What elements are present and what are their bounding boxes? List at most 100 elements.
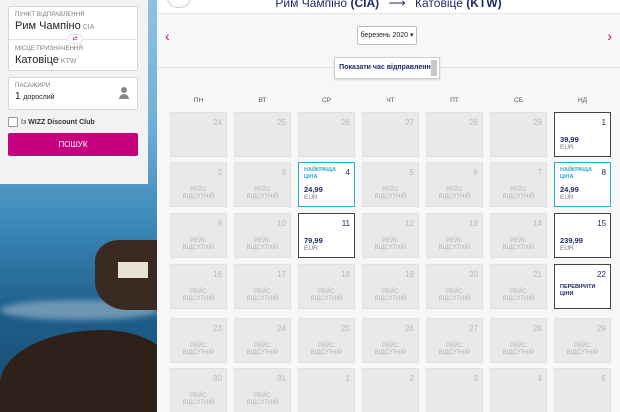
departure-value: Рим Чампіно: [15, 20, 81, 32]
swap-icon[interactable]: ⇄: [67, 34, 83, 44]
weekday-2: СР: [321, 97, 332, 104]
destination-label: МІСЦЕ ПРИЗНАЧЕННЯ: [15, 46, 83, 52]
day-cell[interactable]: 1 39,99 EUR: [554, 112, 611, 157]
day-cell[interactable]: 8 НАЙКРАЩА ЦІНА 24,99 EUR: [554, 162, 611, 207]
route-header: Рим Чампіно (CIA) ⟶ Катовіце (KTW): [157, 0, 620, 14]
toggle-handle[interactable]: [431, 60, 437, 76]
next-month-icon[interactable]: ›: [607, 28, 612, 44]
no-flight-label: РЕЙС ВІДСУТНІЙ: [246, 393, 279, 406]
weekday-1: ВТ: [258, 97, 267, 104]
month-select[interactable]: березень 2020 ▾: [357, 26, 417, 45]
day-cell: 28: [426, 112, 483, 157]
day-number: 29: [533, 118, 542, 127]
prev-month-icon[interactable]: ‹: [165, 28, 170, 44]
discount-name: WIZZ Discount Club: [28, 118, 95, 126]
passengers-field[interactable]: ПАСАЖИРИ 1 дорослий: [8, 77, 138, 110]
day-cell: 24: [170, 112, 227, 157]
passengers-unit: дорослий: [23, 94, 55, 101]
day-number: 27: [469, 324, 478, 333]
no-flight-label: РЕЙС ВІДСУТНІЙ: [502, 343, 535, 356]
discount-club-checkbox[interactable]: Із WIZZ Discount Club: [8, 117, 138, 127]
day-number: 2: [217, 168, 222, 177]
calendar-panel: Рим Чампіно (CIA) ⟶ Катовіце (KTW) ‹ бер…: [157, 0, 620, 412]
best-price-label: НАЙКРАЩА ЦІНА: [304, 167, 336, 180]
no-flight-label: РЕЙС ВІДСУТНІЙ: [374, 187, 407, 200]
checkbox-icon[interactable]: [8, 117, 18, 127]
day-cell: 6 РЕЙС ВІДСУТНІЙ: [426, 162, 483, 207]
currency-label: EUR: [560, 245, 574, 252]
day-cell: 26 РЕЙС ВІДСУТНІЙ: [362, 318, 419, 363]
header-from: Рим Чампіно: [275, 0, 348, 10]
day-cell[interactable]: 15 239,99 EUR: [554, 213, 611, 258]
day-cell[interactable]: 4 НАЙКРАЩА ЦІНА 24,99 EUR: [298, 162, 355, 207]
day-number: 6: [473, 168, 478, 177]
user-icon: [119, 87, 129, 99]
day-cell: 7 РЕЙС ВІДСУТНІЙ: [490, 162, 547, 207]
departure-code: CIA: [82, 24, 95, 31]
day-number: 26: [405, 324, 414, 333]
destination-field[interactable]: Катовіце KTW: [15, 54, 131, 66]
day-number: 30: [213, 374, 222, 383]
day-number: 10: [277, 219, 286, 228]
day-cell[interactable]: 11 79,99 EUR: [298, 213, 355, 258]
day-cell: 12 РЕЙС ВІДСУТНІЙ: [362, 213, 419, 258]
day-number: 2: [409, 374, 414, 383]
no-flight-label: РЕЙС ВІДСУТНІЙ: [182, 187, 215, 200]
day-cell: 3: [426, 368, 483, 412]
day-number: 8: [601, 168, 606, 177]
departure-field[interactable]: Рим Чампіно CIA: [15, 20, 131, 32]
header-to-code: (KTW): [466, 0, 502, 10]
currency-label: EUR: [304, 194, 318, 201]
day-cell: 4: [490, 368, 547, 412]
search-button[interactable]: ПОШУК: [8, 133, 138, 156]
no-flight-label: РЕЙС ВІДСУТНІЙ: [438, 238, 471, 251]
no-flight-label: РЕЙС ВІДСУТНІЙ: [374, 343, 407, 356]
day-number: 9: [217, 219, 222, 228]
day-number: 5: [409, 168, 414, 177]
day-cell: 24 РЕЙС ВІДСУТНІЙ: [234, 318, 291, 363]
day-number: 23: [213, 324, 222, 333]
currency-label: EUR: [560, 144, 574, 151]
day-number: 17: [277, 270, 286, 279]
day-number: 29: [597, 324, 606, 333]
day-cell: 31 РЕЙС ВІДСУТНІЙ: [234, 368, 291, 412]
day-number: 3: [281, 168, 286, 177]
day-cell: 18 РЕЙС ВІДСУТНІЙ: [298, 264, 355, 309]
day-cell: 21 РЕЙС ВІДСУТНІЙ: [490, 264, 547, 309]
discount-prefix: Із: [21, 118, 27, 126]
no-flight-label: РЕЙС ВІДСУТНІЙ: [310, 289, 343, 302]
day-cell: 20 РЕЙС ВІДСУТНІЙ: [426, 264, 483, 309]
no-flight-label: РЕЙС ВІДСУТНІЙ: [374, 238, 407, 251]
weekday-6: НД: [577, 97, 588, 104]
show-times-toggle[interactable]: Показати час відправлення: [334, 57, 440, 79]
day-cell: 14 РЕЙС ВІДСУТНІЙ: [490, 213, 547, 258]
day-cell: 30 РЕЙС ВІДСУТНІЙ: [170, 368, 227, 412]
weekday-5: СБ: [514, 97, 523, 104]
no-flight-label: РЕЙС ВІДСУТНІЙ: [246, 289, 279, 302]
day-cell: 5 РЕЙС ВІДСУТНІЙ: [362, 162, 419, 207]
day-cell: 2: [362, 368, 419, 412]
day-number: 28: [533, 324, 542, 333]
day-number: 11: [341, 219, 350, 228]
day-number: 25: [277, 118, 286, 127]
no-flight-label: РЕЙС ВІДСУТНІЙ: [246, 187, 279, 200]
day-number: 16: [213, 270, 222, 279]
day-number: 21: [533, 270, 542, 279]
day-cell: 13 РЕЙС ВІДСУТНІЙ: [426, 213, 483, 258]
weekday-3: ЧТ: [386, 97, 395, 104]
weekday-0: ПН: [193, 97, 204, 104]
day-cell[interactable]: 22 ПЕРЕВІРИТИ ЦІНИ: [554, 264, 611, 309]
no-flight-label: РЕЙС ВІДСУТНІЙ: [182, 343, 215, 356]
day-number: 15: [597, 219, 606, 228]
day-cell: 16 РЕЙС ВІДСУТНІЙ: [170, 264, 227, 309]
best-price-label: НАЙКРАЩА ЦІНА: [560, 167, 592, 180]
day-cell: 25 РЕЙС ВІДСУТНІЙ: [298, 318, 355, 363]
day-number: 31: [277, 374, 286, 383]
day-cell: 25: [234, 112, 291, 157]
day-number: 26: [341, 118, 350, 127]
no-flight-label: РЕЙС ВІДСУТНІЙ: [374, 289, 407, 302]
day-cell: 3 РЕЙС ВІДСУТНІЙ: [234, 162, 291, 207]
arrow-icon: ⟶: [388, 0, 406, 10]
destination-code: KTW: [60, 58, 77, 65]
price-value: 24,99: [304, 185, 323, 194]
